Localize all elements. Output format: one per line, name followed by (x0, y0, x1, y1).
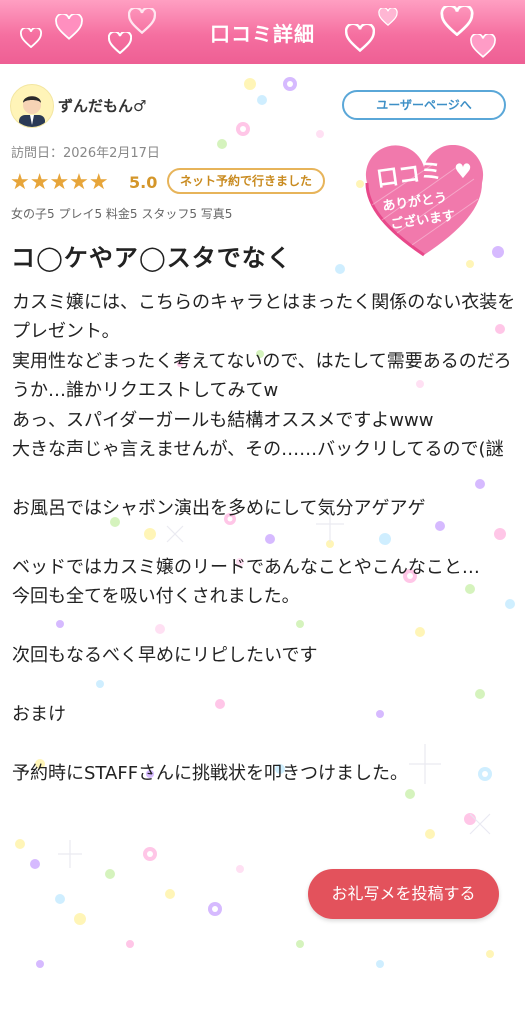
avatar-man-icon (19, 96, 45, 127)
star-rating-icon: ★★★★★ (10, 170, 109, 195)
review-body: カスミ嬢には、こちらのキャラとはまったく関係のない衣装をプレゼント。 実用性など… (12, 292, 516, 784)
rating-score: 5.0 (129, 173, 158, 192)
page-title: 口コミ詳細 (210, 22, 315, 46)
visit-date: 訪問日：2026年2月17日 (11, 146, 160, 161)
thanks-stamp: 口コミ ♥ ありがとう ございます (362, 144, 487, 260)
sub-ratings: 女の子5 プレイ5 料金5 スタッフ5 写真5 (11, 207, 233, 221)
post-thanks-photo-button[interactable]: お礼写メを投稿する (308, 869, 499, 919)
avatar[interactable] (10, 84, 54, 128)
reviewer-name[interactable]: ずんだもん♂ (58, 95, 146, 116)
review-title: コ◯ケやア◯スタでなく (11, 244, 292, 272)
stamp-heart-small-icon: ♥ (454, 159, 472, 183)
net-reservation-badge: ネット予約で行きました (167, 168, 325, 194)
user-page-button[interactable]: ユーザーページへ (342, 90, 506, 120)
reviewer-row: ずんだもん♂ ユーザーページへ (10, 84, 515, 128)
header-bar: 口コミ詳細 (0, 0, 525, 64)
